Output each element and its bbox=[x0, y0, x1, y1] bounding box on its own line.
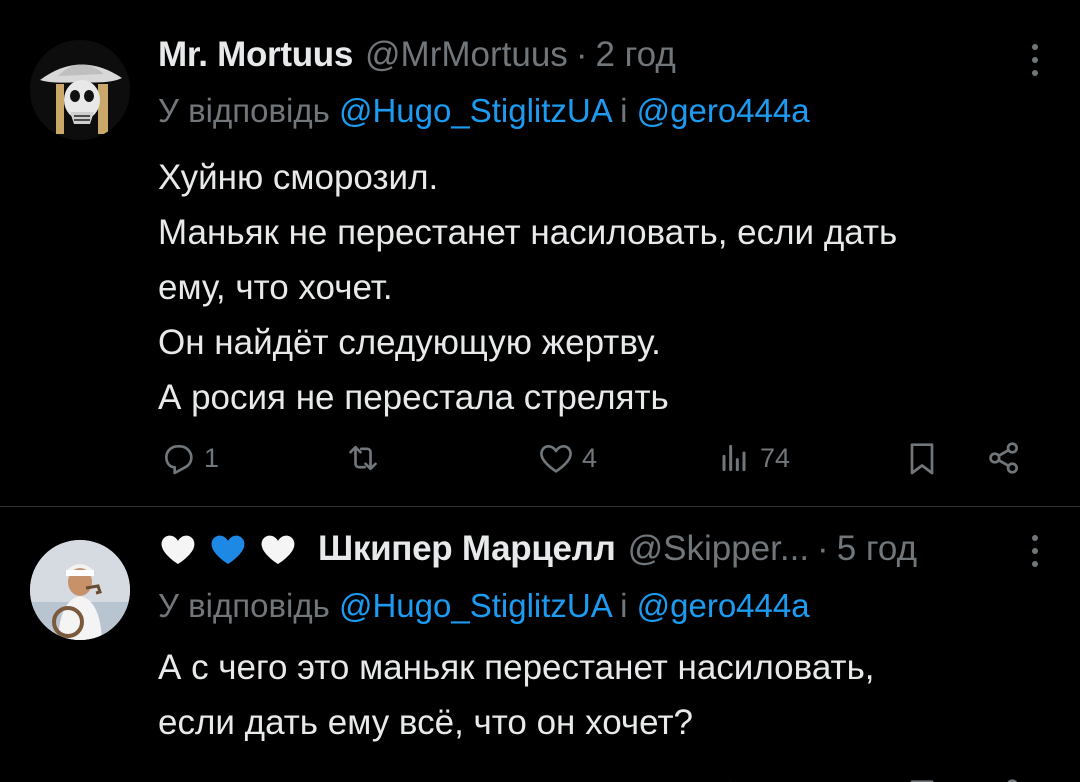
bookmark-button[interactable] bbox=[902, 432, 942, 484]
tweet-text-line: Он найдёт следующую жертву. bbox=[158, 323, 661, 362]
tweet[interactable]: Mr. Mortuus @MrMortuus · 2 год У відпові… bbox=[0, 0, 1080, 506]
bookmark-button[interactable] bbox=[902, 769, 942, 782]
like-button[interactable]: 4 bbox=[536, 432, 597, 484]
retweet-icon bbox=[343, 775, 383, 782]
action-bar: 1 4 74 bbox=[158, 432, 1038, 484]
tweet-text-line: если дать ему всё, что он хочет? bbox=[158, 703, 693, 742]
views-button[interactable]: 74 bbox=[714, 432, 790, 484]
mention-link[interactable]: @Hugo_StiglitzUA bbox=[339, 92, 611, 129]
reply-icon bbox=[165, 445, 193, 475]
separator-dot: · bbox=[575, 35, 588, 74]
bookmark-icon bbox=[910, 443, 934, 475]
reply-conjunction: і bbox=[620, 587, 628, 624]
share-icon bbox=[989, 442, 1018, 474]
more-icon[interactable] bbox=[1030, 44, 1040, 76]
reply-prefix: У відповідь bbox=[158, 587, 330, 624]
views-icon bbox=[729, 781, 732, 782]
author-name[interactable]: Mr. Mortuus bbox=[158, 35, 353, 75]
mention-link[interactable]: @gero444a bbox=[637, 92, 810, 129]
avatar[interactable] bbox=[30, 540, 130, 640]
mention-link[interactable]: @Hugo_StiglitzUA bbox=[339, 587, 611, 624]
heart-icon bbox=[536, 775, 576, 782]
author-name[interactable]: Шкипер Марцелл bbox=[318, 529, 616, 569]
tweet-text-line: А росия не перестала стрелять bbox=[158, 378, 669, 417]
retweet-icon bbox=[349, 445, 377, 471]
bookmark-icon bbox=[910, 780, 934, 782]
reply-button[interactable] bbox=[158, 769, 198, 782]
share-button[interactable] bbox=[984, 769, 1024, 782]
views-icon bbox=[722, 444, 746, 472]
tweet-text: А с чего это маньяк перестанет насиловат… bbox=[158, 640, 1038, 750]
timestamp[interactable]: 2 год bbox=[595, 35, 675, 75]
tweet-text-line: ему, что хочет. bbox=[158, 268, 393, 307]
views-count: 74 bbox=[760, 442, 791, 473]
share-button[interactable] bbox=[984, 432, 1024, 484]
reply-icon bbox=[158, 775, 198, 782]
timestamp[interactable]: 5 год bbox=[837, 529, 917, 569]
white-heart-icon bbox=[261, 535, 295, 564]
reply-context: У відповідь @Hugo_StiglitzUA і @gero444a bbox=[158, 92, 810, 130]
avatar[interactable] bbox=[30, 40, 130, 140]
reply-count: 1 bbox=[204, 442, 220, 473]
tweet-text-line: Маньяк не перестанет насиловать, если да… bbox=[158, 213, 898, 252]
reply-context: У відповідь @Hugo_StiglitzUA і @gero444a bbox=[158, 587, 810, 625]
retweet-button[interactable] bbox=[343, 432, 389, 484]
sailor-avatar-image bbox=[30, 540, 130, 640]
tweet-header: Шкипер Марцелл @Skipper... · 5 год bbox=[158, 526, 917, 572]
separator-dot: · bbox=[817, 529, 829, 568]
tweet-header: Mr. Mortuus @MrMortuus · 2 год bbox=[158, 32, 676, 78]
like-button[interactable] bbox=[536, 769, 576, 782]
more-icon[interactable] bbox=[1030, 535, 1040, 567]
tweet-text-line: Хуйню сморозил. bbox=[158, 158, 439, 197]
skull-cowboy-avatar-image bbox=[30, 40, 130, 140]
name-emoji-decoration bbox=[158, 529, 308, 569]
reply-conjunction: і bbox=[620, 92, 628, 129]
like-count: 4 bbox=[582, 442, 598, 473]
views-button[interactable] bbox=[714, 769, 754, 782]
tweet[interactable]: Шкипер Марцелл @Skipper... · 5 год У від… bbox=[0, 507, 1080, 782]
tweet-text-line: А с чего это маньяк перестанет насиловат… bbox=[158, 648, 875, 687]
retweet-button[interactable] bbox=[343, 769, 383, 782]
author-handle[interactable]: @Skipper... bbox=[628, 529, 809, 569]
author-handle[interactable]: @MrMortuus bbox=[365, 35, 568, 75]
tweet-text: Хуйню сморозил. Маньяк не перестанет нас… bbox=[158, 150, 1038, 425]
tweet-feed: Mr. Mortuus @MrMortuus · 2 год У відпові… bbox=[0, 0, 1080, 782]
reply-button[interactable]: 1 bbox=[158, 432, 219, 484]
action-bar bbox=[158, 769, 1038, 782]
mention-link[interactable]: @gero444a bbox=[637, 587, 810, 624]
reply-prefix: У відповідь bbox=[158, 92, 330, 129]
heart-icon bbox=[540, 445, 572, 473]
blue-heart-icon bbox=[211, 535, 245, 564]
white-heart-icon bbox=[161, 535, 195, 564]
share-icon bbox=[1007, 779, 1018, 782]
